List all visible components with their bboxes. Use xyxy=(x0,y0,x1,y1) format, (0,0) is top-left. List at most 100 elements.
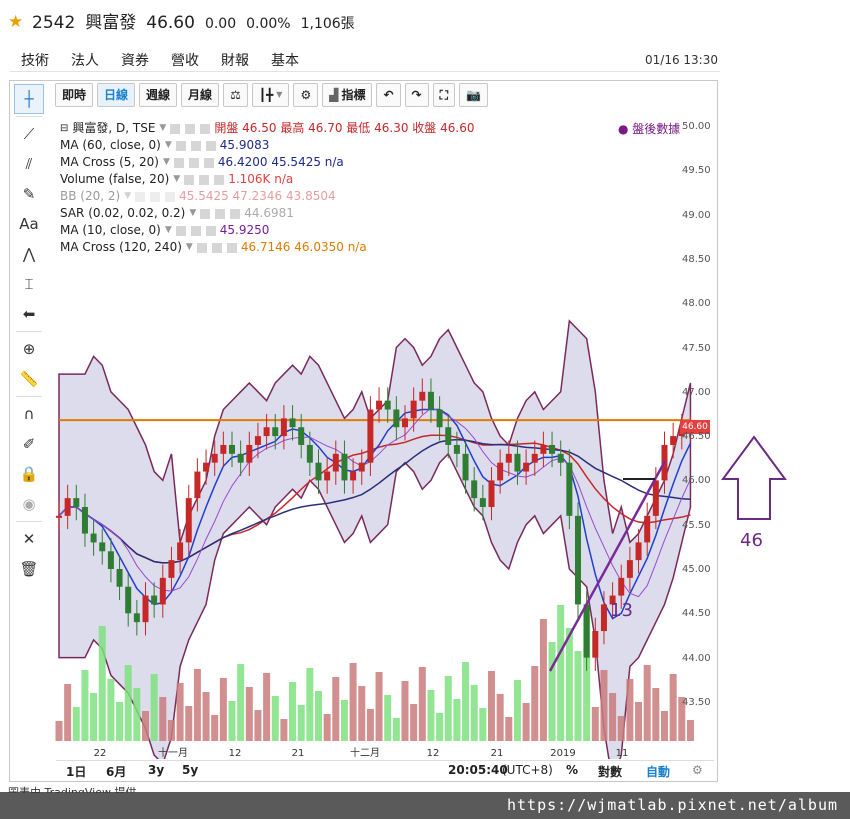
snapshot-button[interactable]: 📷 xyxy=(458,83,488,107)
daily-button[interactable]: 日線 xyxy=(97,83,136,107)
gear-icon[interactable]: ⚙ xyxy=(692,763,703,777)
candle-body xyxy=(531,453,538,463)
legend-controls[interactable] xyxy=(175,140,216,151)
price-axis-label: 44.50 xyxy=(682,608,711,620)
weekly-button[interactable]: 週線 xyxy=(139,83,178,107)
fullscreen-button[interactable]: ⛶ xyxy=(432,83,455,107)
chart-style-button[interactable]: ┃╋ ▼ xyxy=(251,83,290,107)
section-tabs: 技術 法人 資券 營收 財報 基本 xyxy=(10,48,310,82)
scale-icon: ⚖ xyxy=(230,88,241,102)
crosshair-tool[interactable]: ┼ xyxy=(14,84,44,114)
legend-chevron-icon[interactable]: ▼ xyxy=(173,171,180,188)
text-tool[interactable]: Aa xyxy=(14,209,44,239)
legend-controls[interactable] xyxy=(196,242,237,253)
tab-financials[interactable]: 財報 xyxy=(210,48,260,82)
tab-basics[interactable]: 基本 xyxy=(260,48,310,82)
zoom-tool[interactable]: ⊕ xyxy=(14,334,44,364)
monthly-button[interactable]: 月線 xyxy=(181,83,220,107)
candle-body xyxy=(211,453,218,463)
legend-chevron-icon[interactable]: ▼ xyxy=(189,205,196,222)
undo-button[interactable]: ↶ xyxy=(376,83,401,107)
trendline-tool[interactable]: ⟋ xyxy=(14,119,44,149)
fullscreen-icon: ⛶ xyxy=(439,88,448,102)
volume-bar xyxy=(219,678,227,741)
collapse-icon[interactable]: ⊟ xyxy=(60,120,68,137)
candle-body xyxy=(81,506,88,534)
legend-chevron-icon[interactable]: ▼ xyxy=(165,137,172,154)
fib-tool[interactable]: ⫽ xyxy=(14,149,44,179)
camera-icon: 📷 xyxy=(465,88,481,102)
legend-symbol: 興富發, D, TSE xyxy=(72,121,156,135)
volume-bar xyxy=(626,679,634,741)
volume-bar xyxy=(565,628,573,741)
legend-controls[interactable] xyxy=(170,123,211,134)
candle-body xyxy=(185,498,192,543)
volume-bar xyxy=(505,717,513,741)
volume-bar xyxy=(211,715,219,741)
favorite-star-icon[interactable]: ★ xyxy=(8,12,23,32)
x-axis-label: 11 xyxy=(616,748,629,759)
last-price: 46.60 xyxy=(146,13,195,33)
hide-tool[interactable]: ◉ xyxy=(14,489,44,519)
range-5y[interactable]: 5y xyxy=(182,763,198,777)
indicators-button[interactable]: ▟ 指標 xyxy=(322,83,373,107)
legend-ohlc: 開盤 46.50 最高 46.70 最低 46.30 收盤 46.60 xyxy=(214,121,475,135)
tab-revenue[interactable]: 營收 xyxy=(160,48,210,82)
volume-bar xyxy=(271,696,279,741)
tab-institutional[interactable]: 法人 xyxy=(60,48,110,82)
gear-icon: ⚙ xyxy=(300,88,312,102)
magnet-tool[interactable]: ∩ xyxy=(14,399,44,429)
zoom-icon: ⊕ xyxy=(22,340,36,358)
legend-controls[interactable] xyxy=(173,157,214,168)
ruler-tool[interactable]: 📏 xyxy=(14,364,44,394)
tab-margin[interactable]: 資券 xyxy=(110,48,160,82)
volume-bar xyxy=(72,707,80,741)
candle-body xyxy=(99,542,106,552)
intraday-button[interactable]: 即時 xyxy=(55,83,94,107)
album-url[interactable]: https://wjmatlab.pixnet.net/album xyxy=(507,796,838,814)
legend-chevron-icon[interactable]: ▼ xyxy=(163,154,170,171)
legend-controls[interactable] xyxy=(135,191,176,202)
volume-bar xyxy=(652,688,660,741)
redo-button[interactable]: ↷ xyxy=(404,83,429,107)
volume-bar xyxy=(332,677,340,741)
tab-technical[interactable]: 技術 xyxy=(10,48,60,82)
range-1d[interactable]: 1日 xyxy=(66,763,86,780)
legend-chevron-icon[interactable]: ▼ xyxy=(165,222,172,239)
range-6m[interactable]: 6月 xyxy=(106,763,126,780)
lock-drawing-tool[interactable]: ✐ xyxy=(14,429,44,459)
legend-controls[interactable] xyxy=(184,174,225,185)
volume-bar xyxy=(401,681,409,741)
volume-bar xyxy=(470,685,478,741)
legend-value: 46.4200 45.5425 n/a xyxy=(217,155,344,169)
brush-tool[interactable]: ✎ xyxy=(14,179,44,209)
arrow-tool[interactable]: ⬅ xyxy=(14,299,44,329)
auto-toggle[interactable]: 自動 xyxy=(646,763,670,780)
volume-bar xyxy=(150,674,158,741)
legend-chevron-icon[interactable]: ▼ xyxy=(186,239,193,256)
candle-body xyxy=(540,444,547,454)
pattern-tool[interactable]: ⋀ xyxy=(14,239,44,269)
percent-toggle[interactable]: % xyxy=(566,763,578,777)
volume-bar xyxy=(176,683,184,741)
brush-icon: ✎ xyxy=(22,185,36,203)
compare-button[interactable]: ⚖ xyxy=(223,83,248,107)
legend-chevron-icon[interactable]: ▼ xyxy=(159,120,166,137)
pattern-icon: ⋀ xyxy=(22,245,36,263)
tools-settings[interactable]: ✕ xyxy=(14,524,44,554)
candle-body xyxy=(280,418,287,437)
lock-tool[interactable]: 🔒 xyxy=(14,459,44,489)
after-hours-link[interactable]: ● 盤後數據 xyxy=(618,120,680,137)
legend-controls[interactable] xyxy=(175,225,216,236)
candle-body xyxy=(237,453,244,463)
delete-tool[interactable]: 🗑 xyxy=(14,554,44,584)
measure-tool[interactable]: ⌶ xyxy=(14,269,44,299)
log-toggle[interactable]: 對數 xyxy=(598,763,622,780)
settings-button[interactable]: ⚙ xyxy=(293,83,319,107)
range-3y[interactable]: 3y xyxy=(148,763,164,777)
legend-chevron-icon[interactable]: ▼ xyxy=(124,188,131,205)
x-axis-label: 21 xyxy=(491,748,504,759)
x-axis-label: 21 xyxy=(292,748,305,759)
legend-controls[interactable] xyxy=(200,208,241,219)
timezone[interactable]: (UTC+8) xyxy=(502,763,553,777)
